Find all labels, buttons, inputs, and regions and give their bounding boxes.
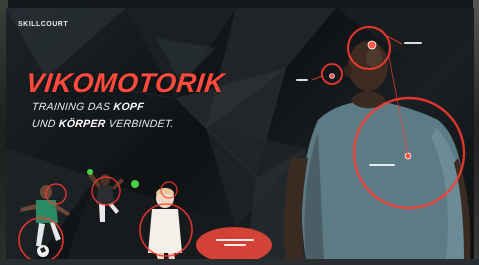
tagline-line-2: UND KÖRPER VERBINDET. bbox=[31, 118, 175, 130]
photo-frame: SKILLCOURT VIKOMOTORIK TRAINING DAS KOPF… bbox=[0, 0, 479, 265]
brand-logo: SKILLCOURT bbox=[18, 21, 69, 28]
tagline-line-1: TRAINING DAS KOPF bbox=[31, 101, 145, 113]
geometric-background bbox=[6, 8, 474, 260]
ad-banner: SKILLCOURT VIKOMOTORIK TRAINING DAS KOPF… bbox=[6, 8, 474, 260]
headline-title: VIKOMOTORIK bbox=[24, 68, 227, 98]
man-figure bbox=[283, 41, 471, 260]
bottom-edge bbox=[0, 259, 479, 265]
